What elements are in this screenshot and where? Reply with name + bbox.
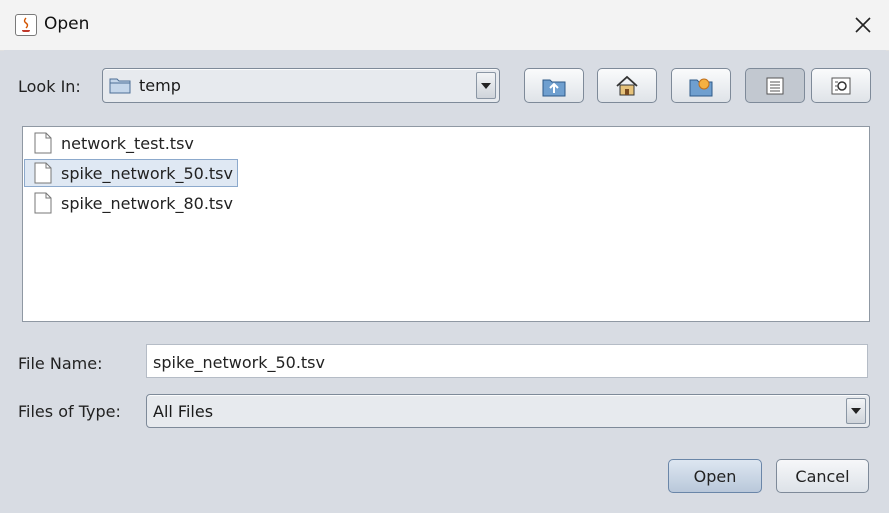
window-title: Open (44, 14, 90, 34)
title-bar: Open (0, 0, 889, 51)
list-item[interactable]: spike_network_80.tsv (31, 190, 237, 216)
details-view-button[interactable] (811, 68, 871, 103)
details-view-icon (831, 77, 851, 94)
file-type-dropdown-arrow[interactable] (846, 398, 866, 424)
cancel-button[interactable]: Cancel (776, 459, 869, 493)
look-in-value: temp (139, 76, 181, 95)
java-coffee-icon (15, 14, 37, 36)
file-icon (34, 192, 52, 214)
up-folder-button[interactable] (524, 68, 584, 103)
file-name: network_test.tsv (61, 133, 194, 153)
close-icon (855, 17, 871, 33)
file-icon (34, 132, 52, 154)
file-name-label: File Name: (18, 354, 103, 373)
file-icon (34, 162, 52, 184)
folder-icon (109, 76, 131, 98)
file-list[interactable]: network_test.tsv spike_network_50.tsv sp… (22, 126, 870, 322)
look-in-dropdown-arrow[interactable] (476, 72, 496, 99)
file-chooser-dialog: Look In: temp network_test.tsv spike_net… (4, 50, 886, 512)
file-name-field[interactable]: spike_network_50.tsv (146, 344, 868, 378)
list-view-button[interactable] (745, 68, 805, 103)
open-button[interactable]: Open (668, 459, 762, 493)
list-item[interactable]: network_test.tsv (31, 130, 198, 156)
look-in-label: Look In: (18, 77, 81, 96)
file-type-value: All Files (153, 402, 214, 421)
list-view-icon (766, 77, 784, 94)
list-item-selected[interactable]: spike_network_50.tsv (24, 159, 238, 187)
file-name: spike_network_80.tsv (61, 193, 233, 213)
chevron-down-icon (851, 408, 861, 414)
new-folder-icon (689, 78, 713, 96)
close-button[interactable] (846, 8, 880, 42)
home-button[interactable] (597, 68, 657, 103)
file-type-label: Files of Type: (18, 402, 121, 421)
file-type-combo[interactable]: All Files (146, 394, 870, 428)
new-folder-button[interactable] (671, 68, 731, 103)
home-icon (616, 75, 638, 95)
look-in-combo[interactable]: temp (102, 68, 500, 103)
chevron-down-icon (481, 82, 491, 89)
up-folder-icon (542, 79, 566, 96)
file-name: spike_network_50.tsv (61, 163, 233, 183)
